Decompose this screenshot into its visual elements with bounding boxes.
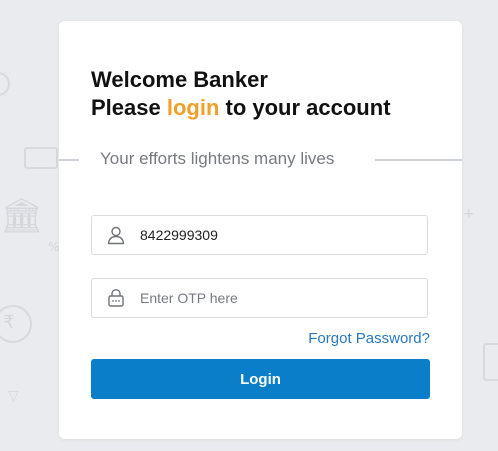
divider-line-right [375,159,462,161]
forgot-password-link[interactable]: Forgot Password? [308,330,430,347]
background-coin-decoration [0,72,10,96]
background-percent-icon: % [48,240,60,254]
background-bank-icon: 🏛 [0,196,44,236]
divider-line-left [59,159,79,161]
login-card: Welcome Banker Please login to your acco… [59,21,462,439]
welcome-title: Welcome Banker [91,67,268,92]
otp-input[interactable] [140,279,420,317]
background-banknote-decoration [24,147,58,169]
user-icon [106,225,126,245]
otp-field[interactable] [91,278,428,318]
background-plus-icon: + [463,206,475,222]
tagline-divider: Your efforts lightens many lives [59,148,462,170]
lock-icon [106,288,126,308]
background-bag-decoration [483,343,498,381]
background-rupee-icon: ₹ [3,312,15,333]
welcome-heading: Welcome Banker Please login to your acco… [91,66,391,122]
login-prompt-highlight: login [166,95,220,120]
login-prompt-prefix: Please [91,95,167,120]
login-button[interactable]: Login [91,359,430,399]
username-input[interactable] [140,216,420,254]
username-field[interactable] [91,215,428,255]
login-prompt-suffix: to your account [219,95,391,120]
tagline-text: Your efforts lightens many lives [100,149,335,168]
background-triangle-icon: ▽ [8,388,19,404]
